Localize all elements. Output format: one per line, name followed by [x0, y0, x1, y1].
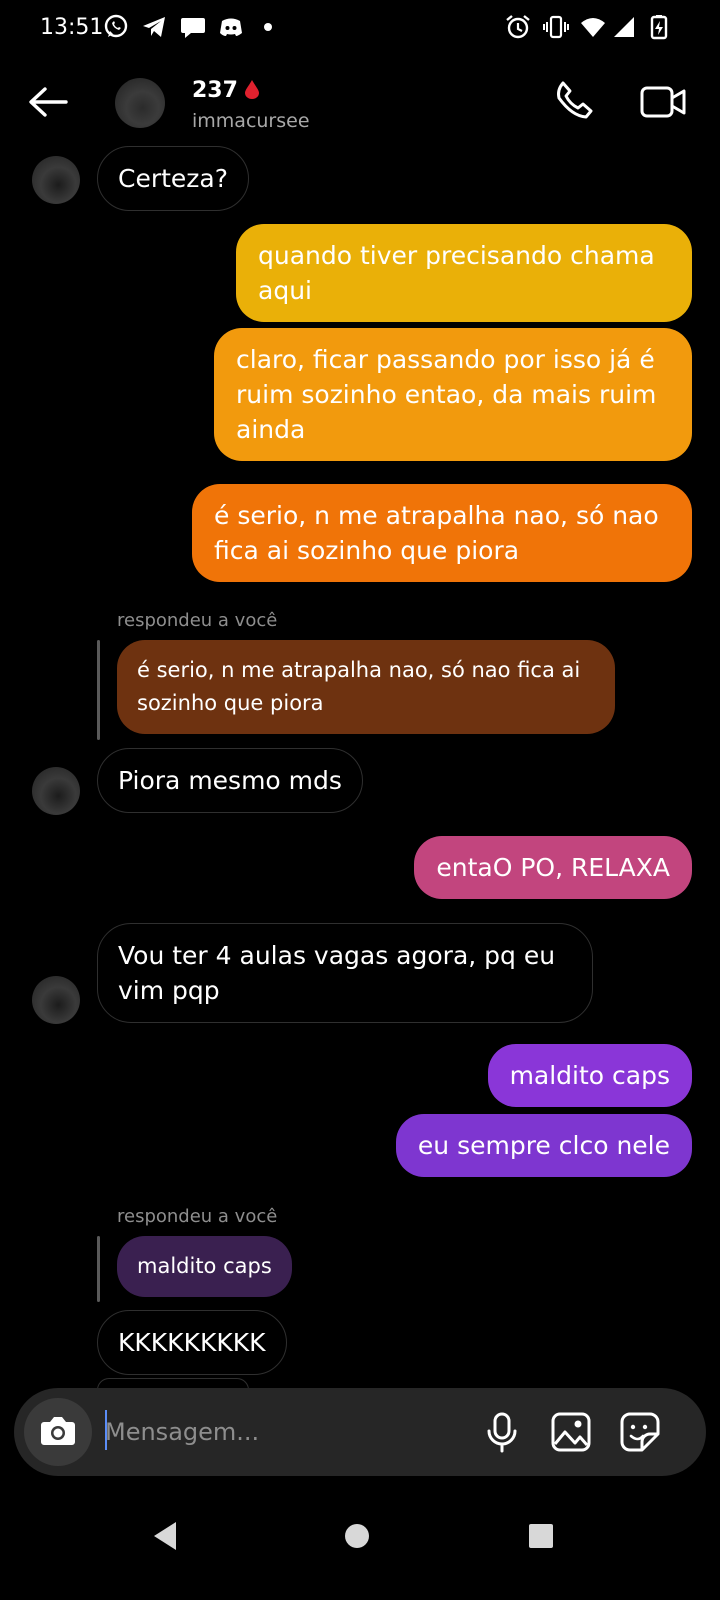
message-bubble-incoming[interactable]: Vou ter 4 aulas vagas agora, pq eu vim p…	[97, 923, 593, 1023]
message-input[interactable]	[105, 1412, 465, 1452]
notification-dot-icon	[264, 23, 272, 31]
signal-icon	[614, 17, 634, 37]
chat-header: 237 immacursee	[0, 56, 720, 146]
contact-avatar[interactable]	[115, 78, 165, 128]
messages-icon	[181, 18, 205, 38]
contact-name: 237	[192, 78, 238, 103]
recents-square-icon[interactable]	[526, 1520, 556, 1552]
status-bar: 13:51	[0, 0, 720, 56]
message-bubble-outgoing[interactable]: entaO PO, RELAXA	[414, 836, 692, 899]
video-camera-icon[interactable]	[640, 82, 686, 122]
message-bubble-incoming[interactable]: KKKKKKKKK	[97, 1310, 287, 1375]
back-triangle-icon[interactable]	[150, 1520, 180, 1552]
vibrate-icon	[543, 15, 569, 39]
quoted-message-bubble[interactable]: maldito caps	[117, 1236, 292, 1297]
sender-avatar[interactable]	[32, 767, 80, 815]
sticker-icon[interactable]	[618, 1410, 662, 1454]
sender-avatar[interactable]	[32, 156, 80, 204]
message-bubble-outgoing[interactable]: eu sempre clco nele	[395, 1114, 692, 1177]
camera-icon	[41, 1417, 75, 1445]
gallery-icon[interactable]	[549, 1410, 593, 1454]
message-composer	[14, 1388, 706, 1476]
system-navigation-bar	[0, 1480, 720, 1600]
reply-indicator-line	[97, 1236, 100, 1302]
back-arrow-icon[interactable]	[26, 84, 70, 120]
contact-username: immacursee	[192, 110, 310, 132]
microphone-icon[interactable]	[480, 1410, 524, 1454]
message-bubble-outgoing[interactable]: maldito caps	[487, 1044, 692, 1107]
alarm-icon	[506, 15, 530, 39]
telegram-icon	[143, 17, 165, 37]
blood-drop-emoji-icon	[244, 80, 259, 99]
phone-icon[interactable]	[553, 80, 595, 122]
whatsapp-icon	[104, 14, 128, 38]
message-bubble-outgoing[interactable]: é serio, n me atrapalha nao, só nao fica…	[192, 484, 692, 582]
quoted-message-bubble[interactable]: é serio, n me atrapalha nao, só nao fica…	[117, 640, 615, 734]
message-bubble-outgoing[interactable]: quando tiver precisando chama aqui	[236, 224, 692, 322]
status-time: 13:51	[40, 15, 104, 40]
home-circle-icon[interactable]	[342, 1520, 372, 1552]
sender-avatar[interactable]	[32, 976, 80, 1024]
discord-icon	[220, 18, 242, 36]
message-bubble-outgoing[interactable]: claro, ficar passando por isso já é ruim…	[214, 328, 692, 461]
wifi-icon	[581, 18, 605, 37]
contact-name-row[interactable]: 237	[192, 78, 260, 103]
reply-label: respondeu a você	[117, 1206, 278, 1227]
battery-icon	[650, 15, 668, 40]
message-bubble-incoming[interactable]: Certeza?	[97, 146, 250, 211]
reply-indicator-line	[97, 640, 100, 740]
reply-label: respondeu a você	[117, 610, 278, 631]
message-bubble-incoming[interactable]: Piora mesmo mds	[97, 748, 363, 813]
camera-button[interactable]	[24, 1398, 92, 1466]
